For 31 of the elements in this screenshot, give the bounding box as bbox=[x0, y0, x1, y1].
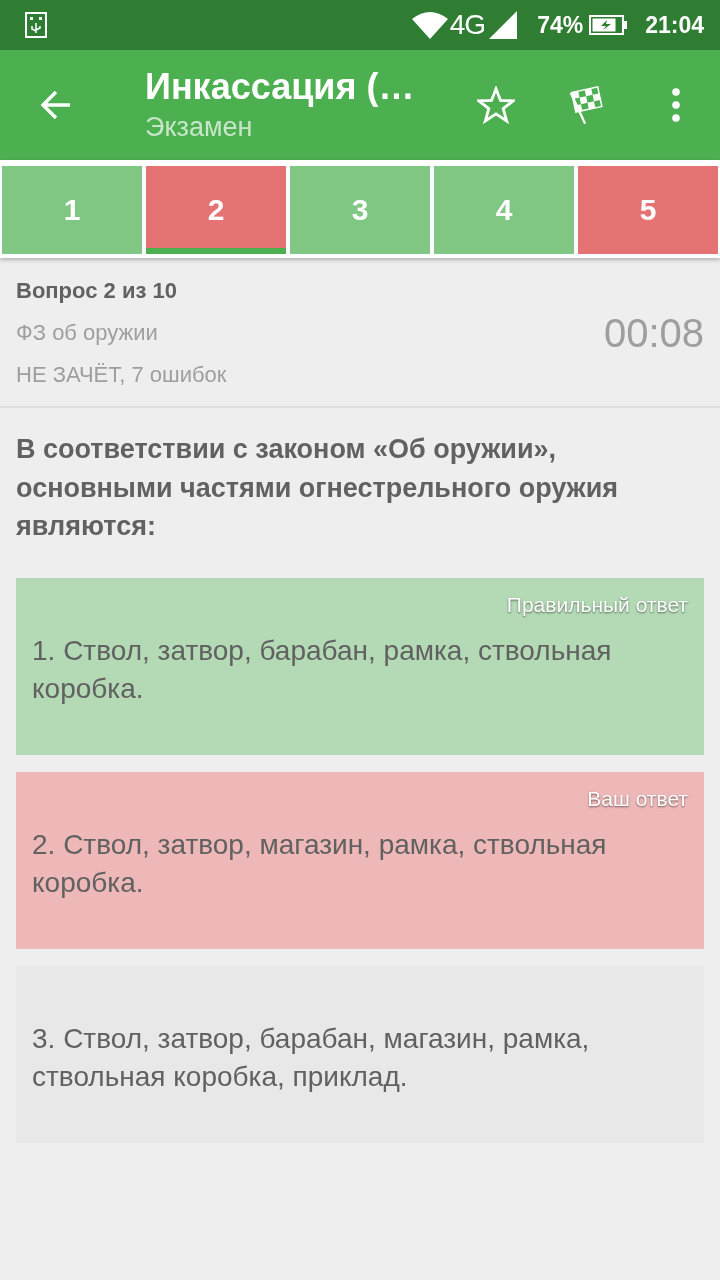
topic-label: ФЗ об оружии bbox=[16, 319, 159, 347]
timer: 00:08 bbox=[603, 310, 704, 356]
question-tab[interactable]: 1 bbox=[2, 166, 142, 254]
battery-percent: 74% bbox=[537, 11, 584, 39]
result-summary: НЕ ЗАЧЁТ, 7 ошибок bbox=[16, 361, 227, 389]
screen-title: Инкассация (… bbox=[145, 65, 416, 109]
question-tab[interactable]: 2 bbox=[146, 166, 286, 254]
answer-status-label: Правильный ответ bbox=[506, 591, 688, 618]
network-type: 4G bbox=[449, 9, 486, 41]
question-tab[interactable]: 5 bbox=[578, 166, 718, 254]
answer-text: 2. Ствол, затвор, магазин, рамка, ствольная коробка. bbox=[32, 827, 608, 900]
more-vertical-icon bbox=[672, 88, 680, 122]
answer-option[interactable]: Правильный ответ 1. Ствол, затвор, барабан, рамка, ствольная коробка. bbox=[16, 577, 704, 755]
question-tab[interactable]: 4 bbox=[434, 166, 574, 254]
answer-option[interactable]: 3. Ствол, затвор, барабан, магазин, рамка, ствольная коробка, приклад. bbox=[16, 965, 704, 1143]
question-tab[interactable]: 3 bbox=[290, 166, 430, 254]
back-arrow-icon bbox=[40, 89, 72, 121]
answer-text: 1. Ствол, затвор, барабан, рамка, ствольная коробка. bbox=[32, 633, 613, 706]
question-counter: Вопрос 2 из 10 bbox=[16, 277, 178, 305]
star-icon bbox=[477, 86, 515, 124]
screen-subtitle: Экзамен bbox=[145, 111, 254, 144]
usb-icon bbox=[25, 12, 47, 38]
answer-status-label: Ваш ответ bbox=[587, 785, 688, 812]
wifi-icon bbox=[411, 11, 448, 39]
answer-text: 3. Ствол, затвор, барабан, магазин, рамка, ствольная коробка, приклад. bbox=[32, 1021, 591, 1094]
checkered-flag-icon bbox=[567, 86, 605, 124]
signal-icon bbox=[489, 11, 518, 39]
battery-icon bbox=[589, 15, 628, 35]
clock: 21:04 bbox=[645, 11, 704, 39]
question-text: В соответствии с законом «Об оружии», основными частями огнестрельного оружия являются: bbox=[15, 433, 620, 543]
answer-option[interactable]: Ваш ответ 2. Ствол, затвор, магазин, рамка, ствольная коробка. bbox=[16, 771, 704, 949]
